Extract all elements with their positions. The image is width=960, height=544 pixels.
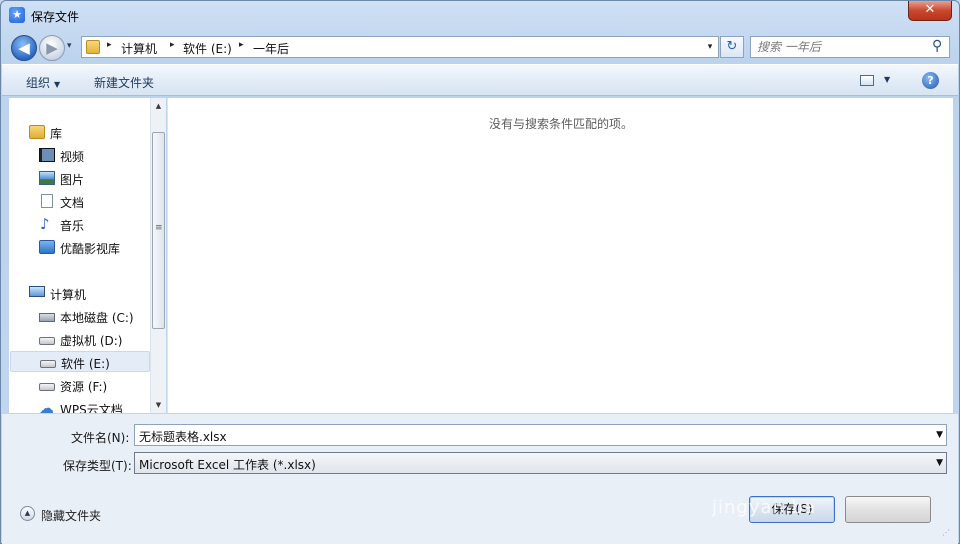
nav-drive-f[interactable]: 资源 (F:) <box>9 375 149 396</box>
grip-icon: ≡ <box>155 223 163 233</box>
navigation-pane[interactable]: 库 视频 图片 文档 ♪ 音乐 优酷影视库 计算机 本地磁盘 (C:) 虚拟机 … <box>9 98 166 413</box>
document-icon <box>41 194 53 208</box>
refresh-button[interactable]: ↻ <box>720 36 744 58</box>
breadcrumb-computer[interactable]: 计算机 <box>121 40 157 57</box>
nav-library-label: 库 <box>50 127 63 141</box>
drive-icon <box>40 360 56 368</box>
organize-menu[interactable]: 组织 ▼ <box>26 74 60 91</box>
view-chevron-down-icon[interactable]: ▼ <box>884 75 890 84</box>
search-box[interactable]: ⚲ <box>750 36 950 58</box>
address-history-dropdown[interactable]: ▾ <box>702 37 718 57</box>
nav-item-label: 图片 <box>60 173 85 187</box>
drive-icon <box>39 337 55 345</box>
search-icon[interactable]: ⚲ <box>932 38 942 54</box>
filename-label: 文件名(N): <box>71 431 130 445</box>
nav-item-label: 资源 (F:) <box>60 380 108 394</box>
scroll-down-arrow-icon[interactable]: ▼ <box>151 397 166 413</box>
save-file-dialog: ★ 保存文件 ✕ ◀ ▶ ▾ ▸ 计算机 ▸ 软件 (E:) ▸ 一年后 ▾ ↻… <box>0 0 960 544</box>
filename-field[interactable]: 无标题表格.xlsx ▼ <box>134 424 947 446</box>
video-icon <box>39 148 55 162</box>
breadcrumb-separator-icon[interactable]: ▸ <box>239 40 244 50</box>
file-list-area[interactable]: 没有与搜索条件匹配的项。 <box>167 98 953 413</box>
breadcrumb-current-folder[interactable]: 一年后 <box>253 40 289 57</box>
drive-icon <box>39 383 55 391</box>
nav-item-label: 文档 <box>60 196 85 210</box>
breadcrumb-drive-e[interactable]: 软件 (E:) <box>183 40 232 57</box>
scroll-up-arrow-icon[interactable]: ▲ <box>151 98 166 114</box>
filename-value[interactable]: 无标题表格.xlsx <box>139 428 227 445</box>
nav-drive-d[interactable]: 虚拟机 (D:) <box>9 329 149 350</box>
nav-drive-e[interactable]: 软件 (E:) <box>10 351 150 372</box>
resize-grip-icon[interactable]: ⋰ <box>942 528 950 537</box>
nav-computer-label: 计算机 <box>50 288 87 302</box>
cancel-button[interactable] <box>845 496 931 523</box>
nav-item-label: 本地磁盘 (C:) <box>60 311 134 325</box>
breadcrumb-separator-icon[interactable]: ▸ <box>170 40 175 50</box>
navigation-scrollbar[interactable]: ▲ ≡ ▼ <box>150 98 166 413</box>
nav-library[interactable]: 库 <box>9 122 149 143</box>
scrollbar-thumb[interactable]: ≡ <box>152 132 165 329</box>
view-options-icon[interactable] <box>860 75 874 86</box>
cloud-icon: ☁ <box>39 399 54 414</box>
nav-item-label: 优酷影视库 <box>60 242 121 256</box>
nav-wps-cloud[interactable]: ☁ WPS云文档 <box>9 398 149 414</box>
save-form: 文件名(N): 无标题表格.xlsx ▼ 保存类型(T): Microsoft … <box>2 414 958 544</box>
nav-computer[interactable]: 计算机 <box>9 283 149 304</box>
nav-drive-c[interactable]: 本地磁盘 (C:) <box>9 306 149 327</box>
title-bar: ★ 保存文件 ✕ <box>1 1 959 31</box>
watermark: jingyan.ba <box>712 497 817 518</box>
nav-item-videos[interactable]: 视频 <box>9 145 149 166</box>
close-button[interactable]: ✕ <box>908 1 952 21</box>
chevron-down-icon: ▼ <box>54 80 61 89</box>
collapse-arrow-icon: ▲ <box>20 506 35 521</box>
nav-item-label: 视频 <box>60 150 85 164</box>
filetype-select[interactable]: Microsoft Excel 工作表 (*.xlsx) ▼ <box>134 452 947 474</box>
picture-icon <box>39 171 55 185</box>
nav-item-label: 软件 (E:) <box>61 357 110 371</box>
chevron-down-icon[interactable]: ▼ <box>936 430 943 440</box>
help-icon[interactable]: ? <box>922 72 939 89</box>
command-toolbar: 组织 ▼ 新建文件夹 ▼ ? <box>2 64 958 96</box>
hide-folders-label: 隐藏文件夹 <box>41 509 102 523</box>
forward-button[interactable]: ▶ <box>39 35 65 61</box>
library-icon <box>29 125 45 139</box>
music-icon: ♪ <box>40 215 50 233</box>
nav-item-documents[interactable]: 文档 <box>9 191 149 212</box>
address-bar[interactable]: ▸ 计算机 ▸ 软件 (E:) ▸ 一年后 ▾ <box>81 36 719 58</box>
system-drive-icon <box>39 313 55 322</box>
search-input[interactable] <box>755 39 925 55</box>
window-title: 保存文件 <box>31 10 80 24</box>
empty-message: 没有与搜索条件匹配的项。 <box>488 117 633 131</box>
app-star-icon: ★ <box>9 7 25 23</box>
nav-item-label: 音乐 <box>60 219 85 233</box>
computer-icon <box>29 286 45 297</box>
new-folder-button[interactable]: 新建文件夹 <box>94 74 154 91</box>
youku-library-icon <box>39 240 55 254</box>
nav-item-label: WPS云文档 <box>60 403 123 413</box>
recent-pages-dropdown[interactable]: ▾ <box>67 41 72 51</box>
filetype-label: 保存类型(T): <box>63 459 132 473</box>
folder-icon <box>86 40 100 54</box>
back-button[interactable]: ◀ <box>11 35 37 61</box>
breadcrumb-separator-icon[interactable]: ▸ <box>107 40 112 50</box>
filetype-value: Microsoft Excel 工作表 (*.xlsx) <box>139 458 316 472</box>
nav-item-label: 虚拟机 (D:) <box>60 334 123 348</box>
nav-item-music[interactable]: ♪ 音乐 <box>9 214 149 235</box>
nav-item-youku[interactable]: 优酷影视库 <box>9 237 149 258</box>
chevron-down-icon: ▼ <box>936 458 943 468</box>
organize-label: 组织 <box>26 76 51 90</box>
nav-item-pictures[interactable]: 图片 <box>9 168 149 189</box>
